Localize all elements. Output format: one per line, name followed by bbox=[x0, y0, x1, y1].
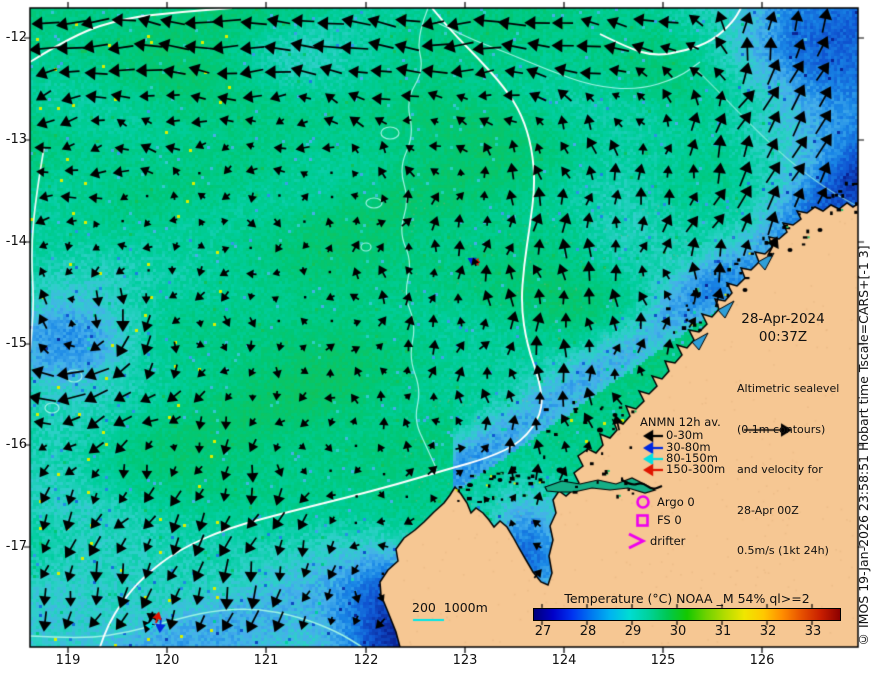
annotation-line: 0.5m/s (1kt 24h) bbox=[737, 544, 829, 557]
y-tick-label: -17 bbox=[5, 539, 27, 554]
bathymetry-scalebar-label: 200 1000m bbox=[412, 600, 488, 615]
map-time: 00:37Z bbox=[758, 329, 808, 345]
temperature-colorbar: 27 28 29 30 31 32 33 bbox=[533, 608, 841, 639]
sst-velocity-map-figure: 119 120 121 122 123 124 125 126 -12 -13 … bbox=[0, 0, 880, 680]
annotation-line: (0.1m contours) bbox=[737, 422, 826, 436]
colorbar-tick-label: 32 bbox=[759, 624, 777, 639]
colorbar-tick-label: 27 bbox=[534, 624, 552, 639]
x-tick-label: 123 bbox=[452, 653, 478, 668]
colorbar-title: Temperature (°C) NOAA _M 54% ql>=2 bbox=[564, 591, 810, 606]
y-tick-label: -16 bbox=[5, 437, 27, 452]
colorbar-tick-label: 28 bbox=[579, 624, 597, 639]
y-tick-label: -13 bbox=[5, 132, 27, 147]
colorbar-tick-label: 30 bbox=[669, 624, 687, 639]
x-tick-label: 126 bbox=[749, 653, 775, 668]
y-tick-label: -14 bbox=[5, 234, 27, 249]
altimetry-annotation: Altimetric sealevel (0.1m contours) and … bbox=[737, 355, 839, 585]
argo-legend-label: Argo 0 bbox=[657, 495, 695, 509]
annotation-line: 28-Apr 00Z bbox=[737, 503, 799, 517]
x-tick-label: 124 bbox=[551, 653, 577, 668]
y-tick-label: -12 bbox=[5, 30, 27, 45]
colorbar-tick-label: 29 bbox=[624, 624, 642, 639]
fs-legend-label: FS 0 bbox=[657, 513, 682, 527]
x-tick-label: 125 bbox=[650, 653, 676, 668]
anmn-legend-title: ANMN 12h av. bbox=[640, 415, 721, 429]
colorbar-tick-label: 31 bbox=[714, 624, 732, 639]
annotation-line: and velocity for bbox=[737, 463, 823, 476]
x-tick-label: 122 bbox=[353, 653, 379, 668]
copyright-text: © IMOS 19-Jan-2026 23:58:51 Hobart time … bbox=[856, 245, 871, 647]
annotation-line: Altimetric sealevel bbox=[737, 382, 840, 395]
y-tick-label: -15 bbox=[5, 336, 27, 351]
colorbar-tick-label: 33 bbox=[804, 624, 822, 639]
drifter-legend-label: drifter bbox=[650, 534, 686, 548]
map-date: 28-Apr-2024 bbox=[741, 311, 825, 327]
x-tick-label: 119 bbox=[55, 653, 81, 668]
anmn-depth-label: 150-300m bbox=[666, 462, 726, 476]
x-tick-label: 121 bbox=[253, 653, 279, 668]
x-tick-label: 120 bbox=[154, 653, 180, 668]
